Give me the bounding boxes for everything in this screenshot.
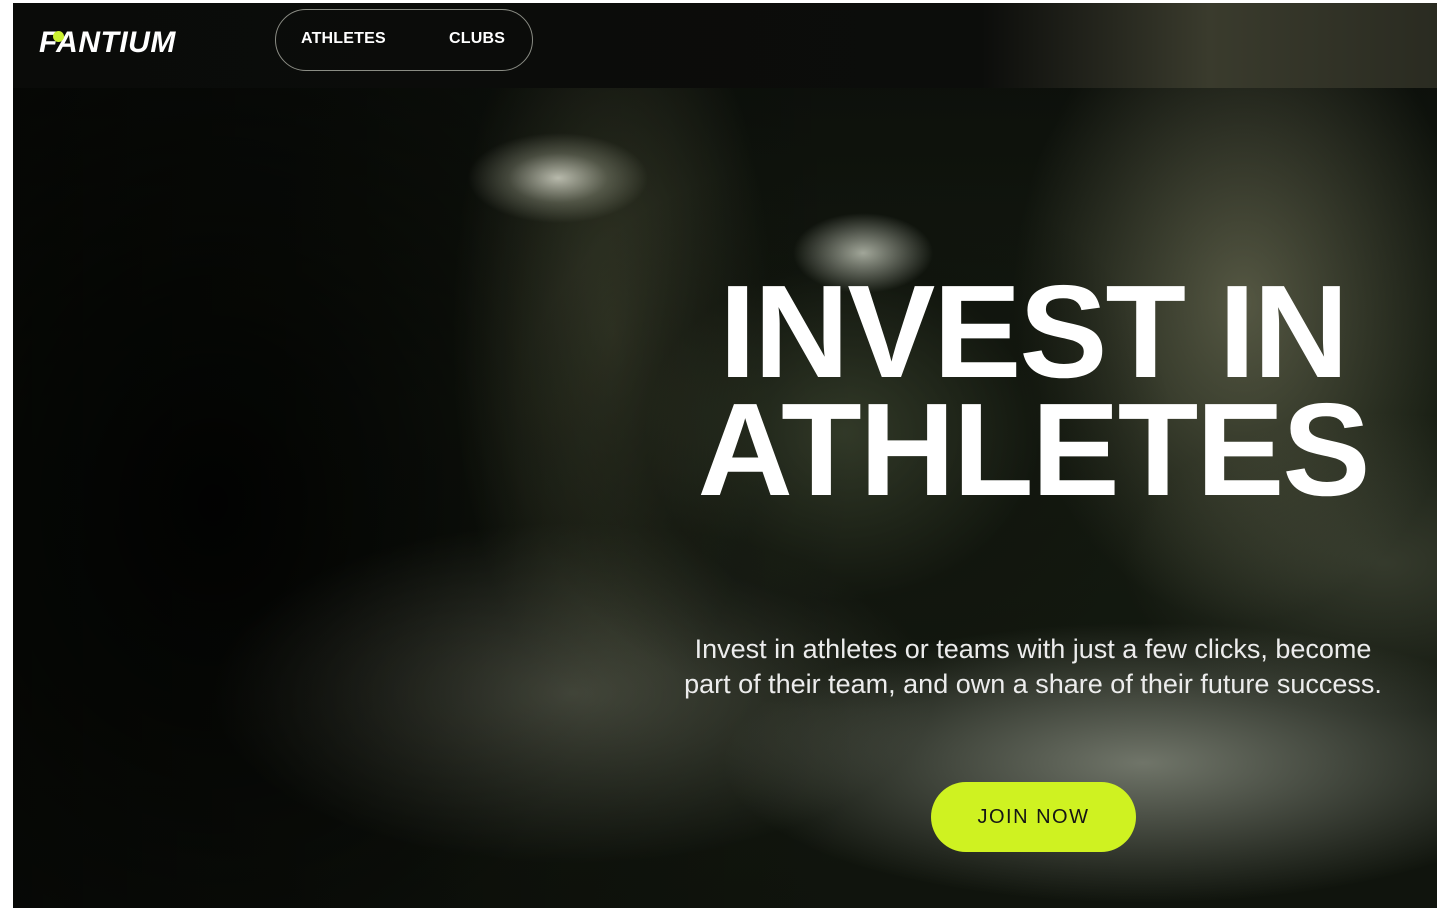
hero-subtitle: Invest in athletes or teams with just a … [684, 634, 1382, 699]
nav-link-athletes[interactable]: ATHLETES [301, 30, 386, 48]
join-now-button[interactable]: JOIN NOW [931, 782, 1136, 852]
hero-headline: INVEST IN ATHLETES [633, 258, 1433, 523]
page-frame: FANTIUM ATHLETES CLUBS INVEST IN ATHLETE… [13, 3, 1437, 908]
nav-link-clubs[interactable]: CLUBS [449, 30, 505, 48]
top-navigation-bar: FANTIUM ATHLETES CLUBS [13, 3, 1437, 88]
logo-dot-icon [53, 31, 64, 42]
hero-headline-line1: INVEST IN [719, 258, 1348, 405]
brand-logo[interactable]: FANTIUM [39, 25, 209, 65]
hero-headline-line2: ATHLETES [697, 376, 1371, 523]
